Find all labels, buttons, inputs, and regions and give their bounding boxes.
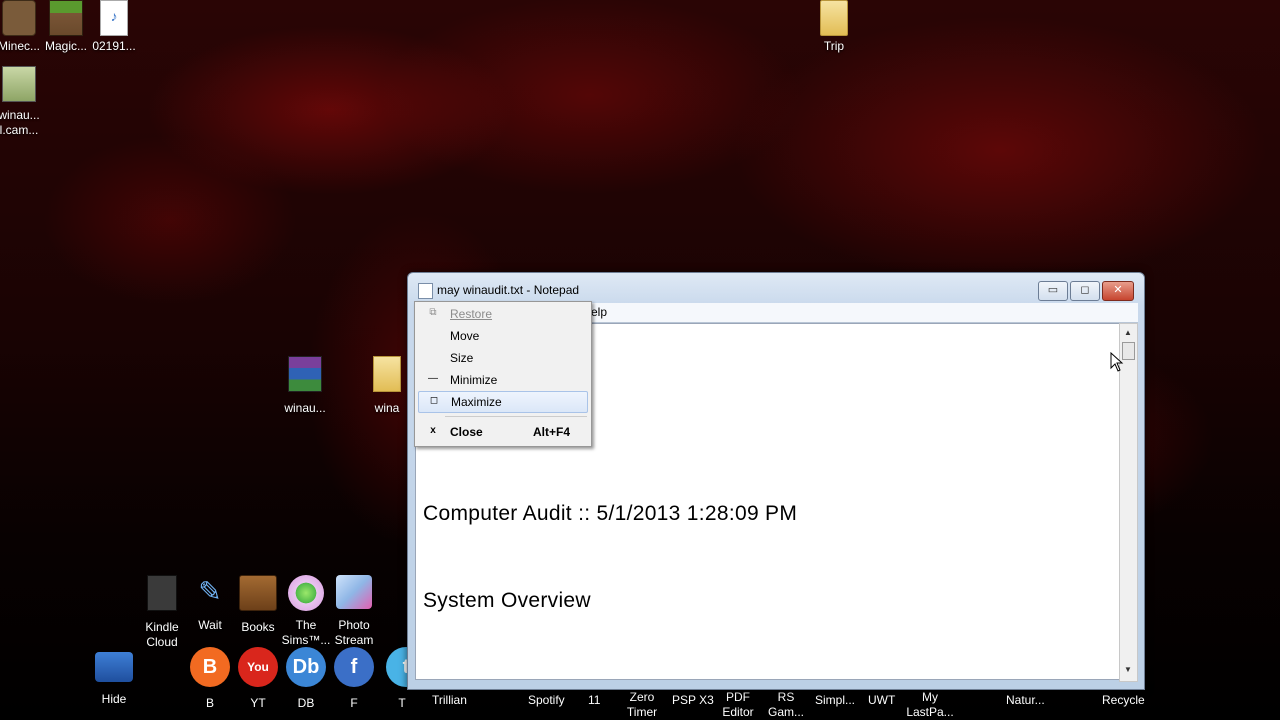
minimize-icon: — [428, 373, 438, 384]
book-icon [239, 575, 277, 611]
menu-item-move[interactable]: Move [418, 326, 586, 346]
desktop-icon-label: My [922, 690, 938, 704]
desktop-icon-label-2: l.cam... [0, 123, 39, 137]
desktop-icon-psp[interactable]: PSP X3 [672, 693, 714, 708]
desktop-icon-natur[interactable]: Natur... [1006, 693, 1045, 708]
desktop-icon-recycle-bin[interactable]: Recycle [1102, 693, 1145, 708]
desktop-icon-winaudit-folder[interactable]: wina [365, 356, 409, 416]
desktop-icon-label-2: Editor [722, 705, 754, 719]
scroll-down-icon[interactable]: ▼ [1124, 665, 1132, 674]
desktop-icon-photo-stream[interactable]: Photo Stream [326, 575, 382, 648]
restore-icon: ⧉ [429, 307, 437, 318]
minecraft-block-icon [49, 0, 83, 36]
desktop-icon-label-2: Timer [626, 705, 658, 719]
desktop-icon-label: Photo [338, 618, 370, 632]
window-title: may winaudit.txt - Notepad [437, 283, 580, 297]
minimize-button[interactable]: ▭ [1038, 281, 1068, 301]
desktop-icon-rs-games[interactable]: RS Gam... [764, 690, 808, 720]
menu-item-label: Close [450, 425, 483, 439]
notepad-icon[interactable] [418, 283, 433, 299]
desktop-icon-zero-timer[interactable]: Zero Timer [620, 690, 664, 720]
desktop-icon-label: PDF [726, 690, 750, 704]
menu-item-label: Minimize [450, 373, 498, 387]
mouse-cursor-icon [1110, 352, 1124, 372]
menu-item-size[interactable]: Size [418, 348, 586, 368]
video-file-icon [2, 66, 36, 102]
scroll-up-icon[interactable]: ▲ [1124, 328, 1132, 337]
desktop-icon-label: Trip [823, 39, 845, 53]
desktop-icon-hide[interactable]: Hide [86, 652, 142, 707]
menu-item-minimize[interactable]: — Minimize [418, 370, 586, 390]
menu-item-label: Move [450, 329, 480, 343]
doc-line-audit: Computer Audit :: 5/1/2013 1:28:09 PM [423, 502, 798, 525]
desktop-icon-winaudit-archive[interactable]: winau... [277, 356, 333, 416]
desktop-icon-lastpass[interactable]: My LastPa... [904, 690, 956, 720]
photo-stream-icon [336, 575, 372, 609]
youtube-icon: You [238, 647, 278, 687]
desktop-icon-label-2: LastPa... [906, 705, 954, 719]
menu-item-restore[interactable]: ⧉ Restore [418, 304, 586, 324]
menu-item-label: Restore [450, 307, 493, 321]
mp3-file-icon: ♪ [100, 0, 128, 36]
desktop-icon-pdf-editor[interactable]: PDF Editor [716, 690, 760, 720]
minimize-icon: ▭ [1047, 284, 1059, 296]
vertical-scrollbar[interactable]: ▲ ▼ [1119, 323, 1138, 682]
folder-icon [820, 0, 848, 36]
desktop-icon-label: winau... [284, 401, 326, 415]
sims-icon [288, 575, 324, 611]
winrar-archive-icon [288, 356, 322, 392]
close-icon: x [430, 425, 436, 436]
desktop-icon-simpl[interactable]: Simpl... [815, 693, 855, 708]
desktop-icon-spotify[interactable]: Spotify [528, 693, 565, 708]
menu-item-label: Maximize [451, 395, 502, 409]
desktop-icon-winaudit-cam[interactable]: winau... l.cam... [0, 66, 47, 138]
desktop-icon-mp3[interactable]: ♪ 02191... [86, 0, 142, 54]
close-icon: ✕ [1113, 284, 1123, 296]
menu-separator [445, 416, 587, 417]
maximize-icon: ◻ [1080, 284, 1090, 296]
maximize-icon: ◻ [429, 395, 439, 406]
menu-item-label: Size [450, 351, 474, 365]
desktop-icon-uwt[interactable]: UWT [868, 693, 895, 708]
desktop-icon-11[interactable]: 11 [588, 693, 600, 708]
desktop-icon-trillian[interactable]: Trillian [432, 693, 467, 708]
kindle-icon [147, 575, 177, 611]
desktop-icon-label-2: Stream [334, 633, 374, 647]
desktop-icon-label: T [398, 696, 406, 710]
menu-item-shortcut: Alt+F4 [533, 425, 571, 439]
lock-folder-icon [95, 652, 133, 682]
menu-item-maximize[interactable]: ◻ Maximize [418, 391, 588, 413]
desktop-icon-label: Zero [629, 690, 655, 704]
pencil-icon: ✎ [198, 576, 222, 607]
system-menu: ⧉ Restore Move Size — Minimize ◻ Maximiz… [414, 301, 592, 447]
desktop-icon-label: RS [777, 690, 795, 704]
desktop-icon-label: winau... [0, 108, 40, 122]
desktop-icon-label: Hide [101, 692, 127, 706]
desktop-icon-label-2: Gam... [767, 705, 804, 719]
doc-line-system-overview: System Overview [423, 589, 591, 612]
desktop-icon-label: wina [374, 401, 400, 415]
minecraft-icon [2, 0, 36, 36]
maximize-button[interactable]: ◻ [1070, 281, 1100, 301]
menu-help[interactable]: elp [591, 305, 607, 319]
facebook-icon: f [334, 647, 374, 687]
db-icon: Db [286, 647, 326, 687]
desktop-icon-trip[interactable]: Trip [806, 0, 862, 54]
close-button[interactable]: ✕ [1102, 281, 1134, 301]
menu-item-close[interactable]: x Close Alt+F4 [418, 422, 586, 442]
desktop-icon-label: 02191... [92, 39, 136, 53]
blogger-icon: B [190, 647, 230, 687]
folder-icon [373, 356, 401, 392]
